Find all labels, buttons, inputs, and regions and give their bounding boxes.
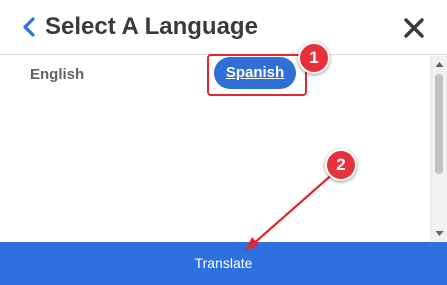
scroll-up-arrow[interactable] <box>431 58 447 72</box>
triangle-up-icon <box>435 62 444 67</box>
language-dialog: Select A Language English Spanish Transl… <box>0 0 447 285</box>
translate-button[interactable]: Translate <box>0 242 447 285</box>
close-button[interactable] <box>402 16 426 40</box>
dialog-title: Select A Language <box>45 13 258 40</box>
step-badge-1: 1 <box>298 42 330 74</box>
language-option-spanish[interactable]: Spanish <box>214 57 296 89</box>
close-icon <box>404 18 424 38</box>
chevron-left-icon <box>23 17 35 37</box>
dialog-header: Select A Language <box>0 0 447 55</box>
list-scrollbar[interactable] <box>430 56 447 241</box>
language-list: English Spanish <box>0 56 430 241</box>
scroll-thumb[interactable] <box>435 74 443 174</box>
triangle-down-icon <box>435 231 444 236</box>
back-button[interactable] <box>20 14 40 40</box>
scroll-down-arrow[interactable] <box>431 226 447 240</box>
step-badge-2: 2 <box>325 149 357 181</box>
language-option-english[interactable]: English <box>30 66 84 84</box>
